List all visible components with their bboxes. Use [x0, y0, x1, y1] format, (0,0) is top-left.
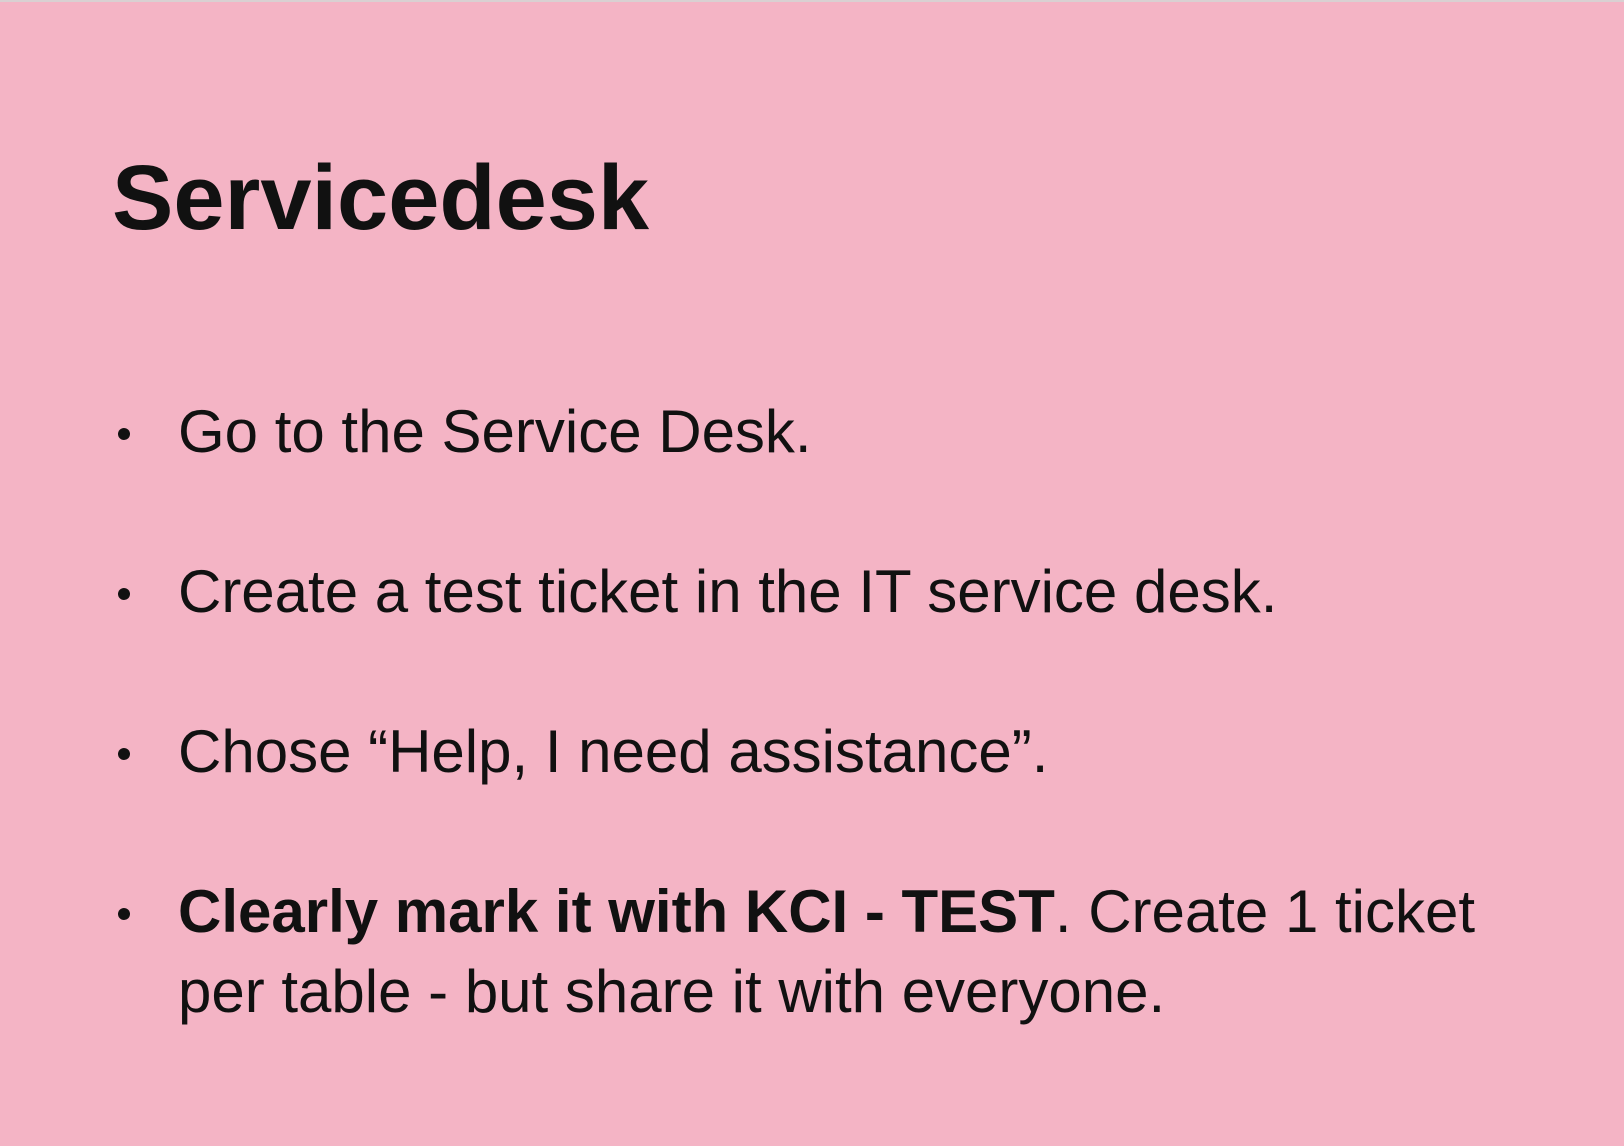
- bullet-dot-icon: [118, 588, 130, 600]
- bullet-text: Create a test ticket in the IT service d…: [178, 558, 1278, 625]
- bullet-text: Go to the Service Desk.: [178, 398, 812, 465]
- slide: Servicedesk Go to the Service Desk. Crea…: [0, 0, 1624, 1146]
- bullet-dot-icon: [118, 748, 130, 760]
- bullet-dot-icon: [118, 908, 130, 920]
- bullet-item-service-desk: Go to the Service Desk.: [112, 392, 1552, 472]
- bullet-item-choose-help: Chose “Help, I need assistance”.: [112, 712, 1552, 792]
- bullet-bold-text: Clearly mark it with KCI - TEST: [178, 878, 1055, 945]
- slide-title: Servicedesk: [112, 147, 650, 249]
- bullet-item-create-ticket: Create a test ticket in the IT service d…: [112, 552, 1552, 632]
- bullet-list: Go to the Service Desk. Create a test ti…: [112, 392, 1552, 1032]
- bullet-dot-icon: [118, 428, 130, 440]
- bullet-item-mark-ticket: Clearly mark it with KCI - TEST. Create …: [112, 872, 1552, 1032]
- bullet-text: Chose “Help, I need assistance”.: [178, 718, 1049, 785]
